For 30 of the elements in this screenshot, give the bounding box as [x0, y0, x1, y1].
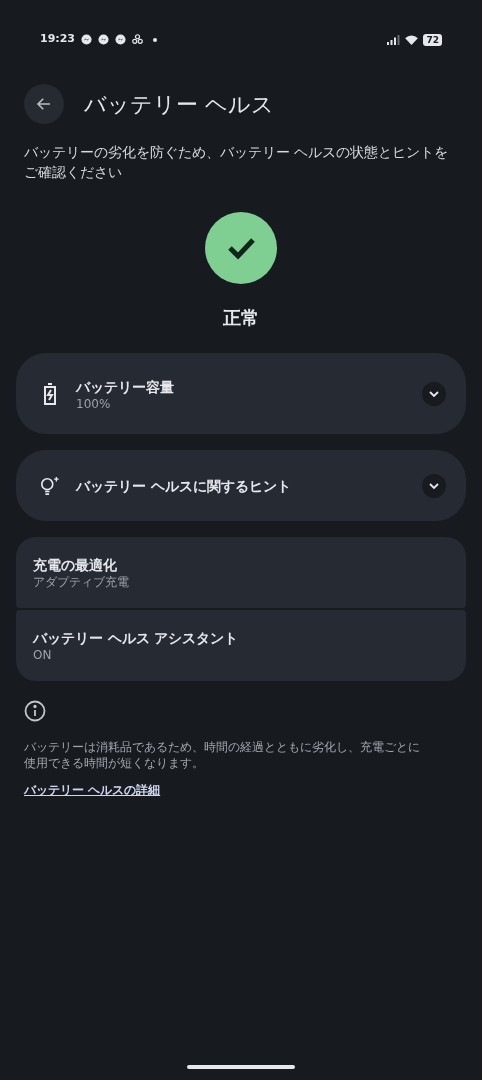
description-text: バッテリーの劣化を防ぐため、バッテリー ヘルスの状態とヒントをご確認ください [23, 143, 450, 182]
setting-title: 充電の最適化 [33, 556, 118, 575]
signal-icon [387, 34, 401, 45]
details-link[interactable]: バッテリー ヘルスの詳細 [24, 781, 161, 799]
dot-icon [153, 37, 157, 42]
card-title: バッテリー容量 [76, 377, 175, 397]
info-text: バッテリーは消耗品であるため、時間の経過とともに劣化し、充電ごとに使用できる時間が短くなります。 [24, 739, 421, 771]
setting-item[interactable]: バッテリー ヘルス アシスタント ON [16, 610, 466, 681]
back-button[interactable] [24, 84, 64, 124]
lightbulb-icon [40, 474, 60, 497]
page-title: バッテリー ヘルス [84, 90, 274, 119]
status-time: 19:23 [40, 31, 75, 48]
setting-title: バッテリー ヘルス アシスタント [33, 629, 240, 648]
info-icon [24, 700, 46, 722]
setting-item[interactable]: 充電の最適化 アダプティブ充電 [16, 537, 466, 608]
back-arrow-icon [35, 95, 53, 113]
expand-button[interactable] [422, 381, 446, 406]
setting-subtitle: アダプティブ充電 [33, 575, 130, 590]
card-subtitle: 100% [76, 396, 112, 411]
card-title: バッテリー ヘルスに関するヒント [76, 476, 292, 496]
battery-icon [43, 382, 57, 405]
battery-indicator: 72 [423, 33, 442, 46]
expandable-card[interactable]: バッテリー ヘルスに関するヒント [16, 450, 466, 521]
status-label: 正常 [223, 306, 259, 330]
expandable-card[interactable]: バッテリー容量 100% [16, 353, 466, 434]
setting-subtitle: ON [33, 648, 53, 663]
check-circle-icon [205, 212, 277, 284]
wifi-icon [405, 34, 419, 45]
fan-icon [132, 34, 143, 45]
expand-button[interactable] [422, 473, 446, 498]
